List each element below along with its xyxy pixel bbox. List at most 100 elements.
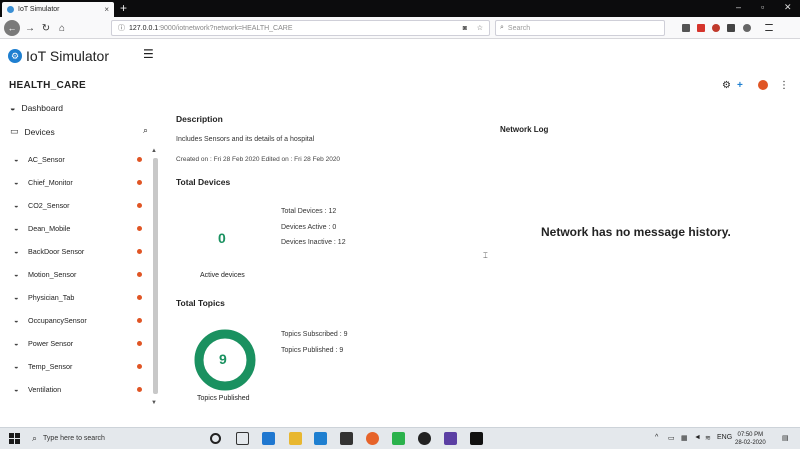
description-heading: Description	[176, 114, 223, 124]
created-edited-dates: Created on : Fri 28 Feb 2020 Edited on :…	[176, 156, 341, 163]
new-tab-icon[interactable]: +	[120, 1, 127, 15]
minimize-icon[interactable]: –	[736, 2, 741, 12]
library-icon[interactable]	[682, 24, 690, 32]
sidebar-item-devices[interactable]: ▭ Devices	[10, 126, 55, 137]
close-window-icon[interactable]: ✕	[784, 2, 792, 13]
scroll-down-icon[interactable]: ▼	[151, 400, 157, 406]
url-path: :9000/iotnetwork?network=HEALTH_CARE	[158, 24, 293, 32]
extension-icon[interactable]	[712, 24, 720, 32]
file-explorer-icon[interactable]	[289, 432, 302, 445]
add-icon[interactable]: +	[737, 80, 743, 91]
terminal-icon[interactable]	[470, 432, 483, 445]
maximize-icon[interactable]: ▫	[761, 2, 764, 12]
network-title: HEALTH_CARE	[9, 80, 87, 91]
task-view-icon[interactable]	[236, 432, 249, 445]
settings-gear-icon[interactable]: ⚙	[722, 80, 731, 91]
device-item[interactable]: ◒ Temp_Sensor	[14, 360, 144, 372]
hamburger-menu-icon[interactable]: ☰	[143, 47, 154, 61]
devices-inactive-stat: Devices Inactive : 12	[281, 239, 346, 246]
url-bar[interactable]: ⓘ 127.0.0.1 :9000/iotnetwork?network=HEA…	[111, 20, 490, 36]
logo-icon: ⚙	[8, 49, 22, 63]
taskbar-search-placeholder: Type here to search	[43, 435, 105, 442]
status-dot	[137, 386, 142, 392]
browser-tab-bar: IoT Simulator × + – ▫ ✕	[0, 0, 800, 17]
sidebar-item-label: Dashboard	[21, 103, 64, 113]
logo-text: IoT Simulator	[26, 48, 109, 64]
wifi-icon[interactable]: ≋	[705, 434, 711, 442]
clock-date: 28-02-2020	[735, 440, 766, 446]
dashboard-icon: ◒	[14, 177, 19, 187]
tray-overflow-icon[interactable]: ^	[655, 434, 658, 441]
active-devices-count: 0	[218, 230, 226, 246]
status-dot	[137, 248, 142, 254]
dashboard-icon: ◒	[14, 315, 19, 325]
close-tab-icon[interactable]: ×	[104, 5, 109, 14]
menu-icon[interactable]	[765, 24, 773, 31]
device-list-scrollbar[interactable]: ▲ ▼	[151, 148, 159, 410]
store-icon[interactable]	[340, 432, 353, 445]
back-icon[interactable]: ←	[4, 20, 20, 36]
device-item[interactable]: ◒ Ventilation	[14, 383, 144, 395]
pocket-icon[interactable]: ◙	[463, 25, 467, 32]
windows-start-icon[interactable]	[9, 433, 20, 444]
mouse-cursor-icon: ⌶	[483, 251, 488, 260]
dashboard-icon: ◒	[14, 154, 19, 164]
site-info-icon[interactable]: ⓘ	[118, 23, 125, 33]
total-devices-heading: Total Devices	[176, 177, 231, 187]
active-devices-label: Active devices	[200, 272, 245, 279]
dashboard-icon: ◒	[14, 292, 19, 302]
app-logo[interactable]: ⚙ IoT Simulator	[8, 48, 109, 64]
extension-icon[interactable]	[697, 24, 705, 32]
cortana-icon[interactable]	[210, 433, 221, 444]
device-item[interactable]: ◒ Dean_Mobile	[14, 222, 144, 234]
app-icon[interactable]	[444, 432, 457, 445]
app-icon[interactable]	[418, 432, 431, 445]
account-icon[interactable]	[743, 24, 751, 32]
device-item[interactable]: ◒ AC_Sensor	[14, 153, 144, 165]
network-icon[interactable]: ▦	[681, 434, 688, 442]
device-name: Power Sensor	[28, 338, 74, 348]
device-item[interactable]: ◒ Chief_Monitor	[14, 176, 144, 188]
status-dot	[137, 179, 142, 185]
device-search-icon[interactable]: ⌕	[143, 125, 148, 136]
reload-icon[interactable]: ↻	[39, 21, 53, 35]
language-indicator[interactable]: ENG	[717, 434, 732, 441]
dashboard-icon: ◒	[14, 269, 19, 279]
more-options-icon[interactable]: ⋮	[779, 80, 789, 91]
scrollbar-thumb[interactable]	[153, 158, 158, 394]
sidebar-item-dashboard[interactable]: ◒ Dashboard	[10, 103, 63, 113]
status-dot	[137, 156, 142, 162]
device-name: Ventilation	[28, 384, 62, 394]
app-icon[interactable]	[392, 432, 405, 445]
taskbar-search[interactable]: ⌕ Type here to search	[32, 433, 105, 444]
volume-icon[interactable]: ◄	[694, 434, 701, 441]
firefox-icon[interactable]	[366, 432, 379, 445]
device-item[interactable]: ◒ OccupancySensor	[14, 314, 144, 326]
dashboard-icon: ◒	[14, 200, 19, 210]
edge-browser-icon[interactable]	[262, 432, 275, 445]
browser-tab[interactable]: IoT Simulator ×	[2, 2, 114, 17]
scroll-up-icon[interactable]: ▲	[151, 148, 157, 154]
device-item[interactable]: ◒ BackDoor Sensor	[14, 245, 144, 257]
topics-published-count: 9	[219, 351, 227, 367]
device-item[interactable]: ◒ Power Sensor	[14, 337, 144, 349]
battery-icon[interactable]: ▭	[668, 434, 675, 442]
bookmark-star-icon[interactable]: ☆	[477, 24, 483, 32]
browser-search-input[interactable]: ⌕ Search	[495, 20, 665, 36]
device-item[interactable]: ◒ Motion_Sensor	[14, 268, 144, 280]
record-status-icon[interactable]	[758, 80, 768, 90]
taskbar-clock[interactable]: 07:50 PM 28-02-2020	[735, 431, 766, 447]
home-icon[interactable]: ⌂	[55, 21, 69, 35]
device-item[interactable]: ◒ Physician_Tab	[14, 291, 144, 303]
devices-active-stat: Devices Active : 0	[281, 224, 337, 231]
extension-icon[interactable]	[727, 24, 735, 32]
device-name: Motion_Sensor	[28, 269, 77, 279]
search-placeholder: Search	[507, 24, 531, 32]
notifications-icon[interactable]: ▤	[782, 434, 789, 442]
device-name: Chief_Monitor	[28, 177, 73, 187]
forward-icon[interactable]: →	[23, 21, 37, 35]
dashboard-icon: ◒	[14, 361, 19, 371]
mail-icon[interactable]	[314, 432, 327, 445]
device-item[interactable]: ◒ CO2_Sensor	[14, 199, 144, 211]
tab-favicon-icon	[7, 6, 14, 13]
